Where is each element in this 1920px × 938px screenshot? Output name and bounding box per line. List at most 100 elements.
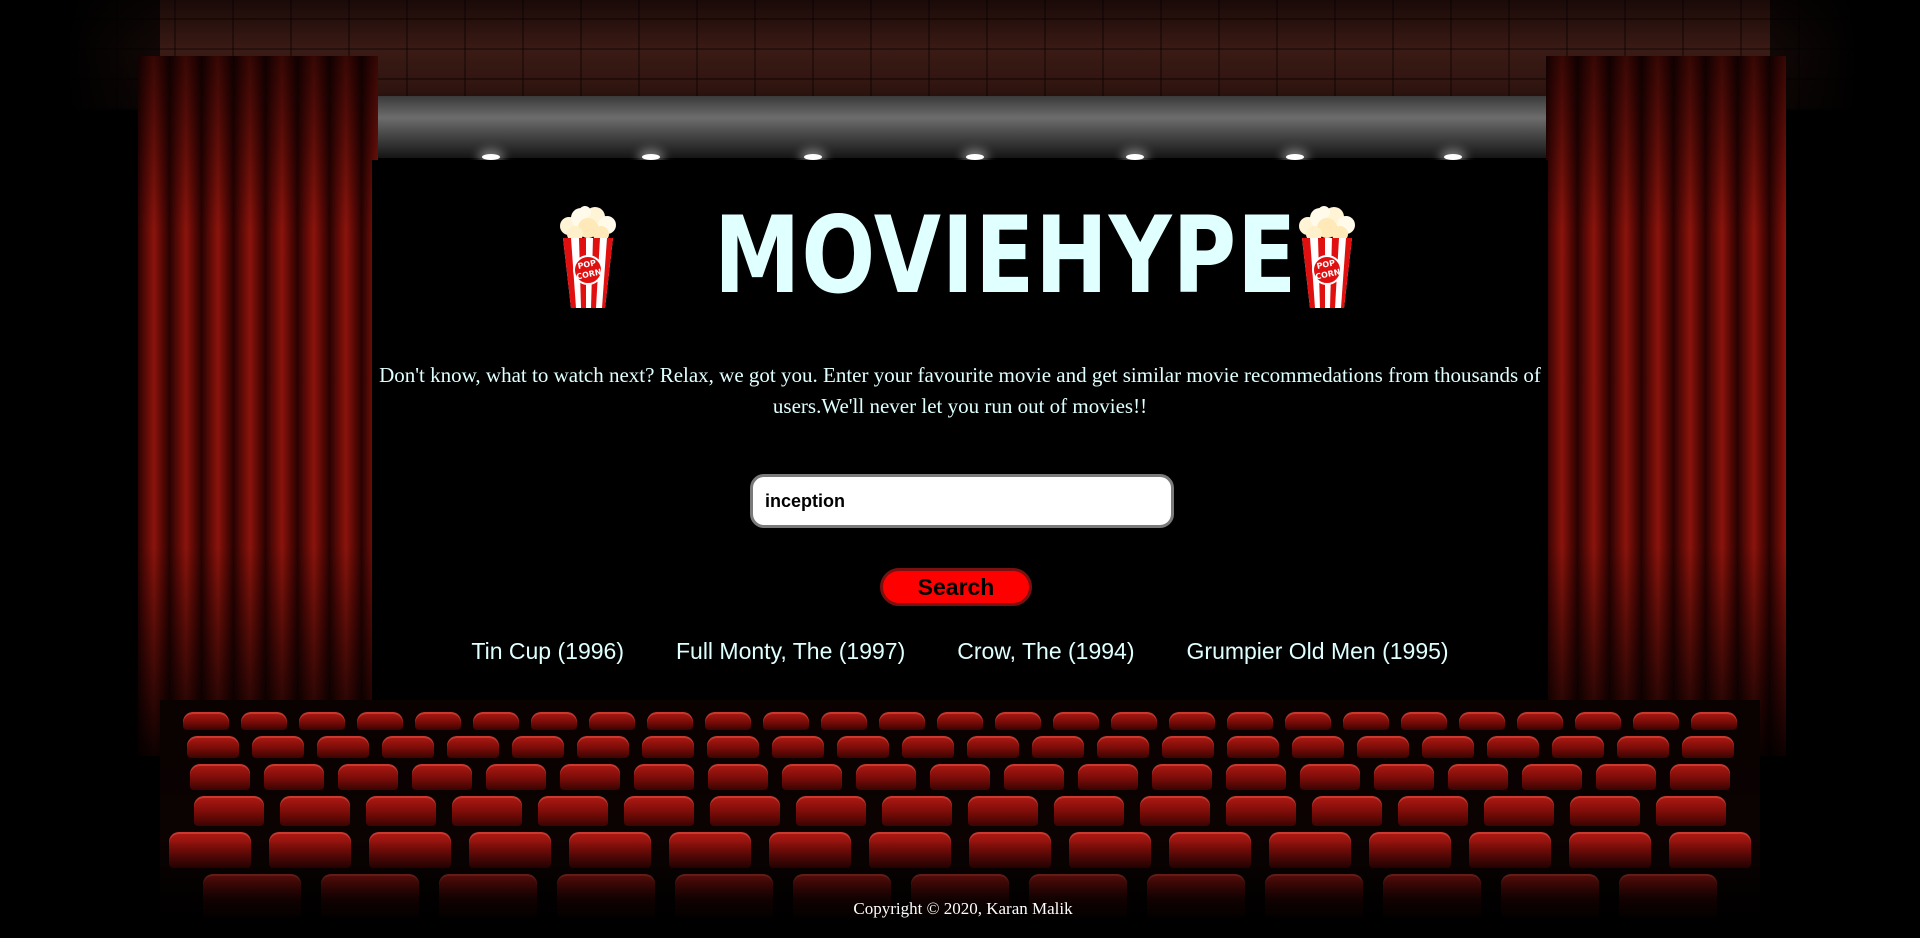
seat: [412, 764, 472, 790]
seat: [1575, 712, 1621, 730]
seat: [366, 796, 436, 826]
seat: [647, 712, 693, 730]
seat: [856, 764, 916, 790]
recommendation-list: Tin Cup (1996) Full Monty, The (1997) Cr…: [372, 636, 1548, 666]
seat: [1656, 796, 1726, 826]
seat: [589, 712, 635, 730]
seat: [357, 712, 403, 730]
curtain-valance: [370, 96, 1550, 158]
seat: [782, 764, 842, 790]
recommendation-item[interactable]: Full Monty, The (1997): [676, 636, 905, 666]
site-title: MOVIEHYPE: [714, 194, 1298, 317]
theater-background: POP CORN POP CORN MOVIEHYPE Don't know, …: [0, 0, 1920, 938]
seat: [1398, 796, 1468, 826]
seat: [486, 764, 546, 790]
seat: [1401, 712, 1447, 730]
seat: [576, 736, 629, 758]
seat: [1096, 736, 1149, 758]
seat: [538, 796, 608, 826]
seat: [190, 764, 250, 790]
seat: [194, 796, 264, 826]
seat: [1616, 736, 1669, 758]
seat: [1356, 736, 1409, 758]
popcorn-icon: POP CORN: [560, 206, 616, 308]
seat: [1448, 764, 1508, 790]
seat: [901, 736, 954, 758]
seat: [1522, 764, 1582, 790]
seat: [251, 736, 304, 758]
seat: [1343, 712, 1389, 730]
seat: [1681, 736, 1734, 758]
seat: [995, 712, 1041, 730]
seat: [446, 736, 499, 758]
seat: [473, 712, 519, 730]
recommendation-item[interactable]: Grumpier Old Men (1995): [1187, 636, 1449, 666]
seat: [1312, 796, 1382, 826]
seat: [1227, 712, 1273, 730]
seat: [1226, 736, 1279, 758]
seat-row: [160, 712, 1760, 730]
seat: [708, 764, 768, 790]
curtain-left: [138, 56, 378, 756]
side-shadow-right: [1770, 0, 1920, 938]
seat: [531, 712, 577, 730]
side-shadow-left: [0, 0, 160, 938]
seat: [1517, 712, 1563, 730]
recommendation-item[interactable]: Crow, The (1994): [957, 636, 1134, 666]
seat: [560, 764, 620, 790]
copyright-footer: Copyright © 2020, Karan Malik: [853, 899, 1073, 918]
seat: [930, 764, 990, 790]
movie-search-input[interactable]: [750, 474, 1174, 528]
seat: [1226, 764, 1286, 790]
seat: [624, 796, 694, 826]
seat: [1291, 736, 1344, 758]
seat: [879, 712, 925, 730]
seat: [836, 736, 889, 758]
seat: [415, 712, 461, 730]
seat: [1670, 764, 1730, 790]
seat: [1374, 764, 1434, 790]
seat: [1633, 712, 1679, 730]
popcorn-icon: POP CORN: [1299, 206, 1355, 308]
seat: [1078, 764, 1138, 790]
seat-row: [160, 796, 1760, 826]
seat: [634, 764, 694, 790]
seat: [706, 736, 759, 758]
seat: [641, 736, 694, 758]
seat: [1484, 796, 1554, 826]
seat: [1421, 736, 1474, 758]
seat: [1111, 712, 1157, 730]
seats-shadow: [160, 840, 1760, 938]
seat: [705, 712, 751, 730]
seat: [821, 712, 867, 730]
seat: [280, 796, 350, 826]
seat: [316, 736, 369, 758]
seat: [1285, 712, 1331, 730]
seat: [1152, 764, 1212, 790]
seat: [937, 712, 983, 730]
seat: [1004, 764, 1064, 790]
seat: [882, 796, 952, 826]
seat: [1300, 764, 1360, 790]
seat: [183, 712, 229, 730]
seat-row: [160, 764, 1760, 790]
seat: [1226, 796, 1296, 826]
seat: [1596, 764, 1656, 790]
seat: [1169, 712, 1215, 730]
seat: [763, 712, 809, 730]
seat: [299, 712, 345, 730]
curtain-right: [1546, 56, 1786, 756]
seat: [241, 712, 287, 730]
recommendation-item[interactable]: Tin Cup (1996): [471, 636, 624, 666]
seat: [796, 796, 866, 826]
seat: [710, 796, 780, 826]
seat: [1031, 736, 1084, 758]
seat: [452, 796, 522, 826]
seat: [1054, 796, 1124, 826]
seat: [1691, 712, 1737, 730]
seat: [1053, 712, 1099, 730]
seat: [1570, 796, 1640, 826]
seat: [1486, 736, 1539, 758]
search-button[interactable]: Search: [880, 568, 1032, 606]
seat: [966, 736, 1019, 758]
